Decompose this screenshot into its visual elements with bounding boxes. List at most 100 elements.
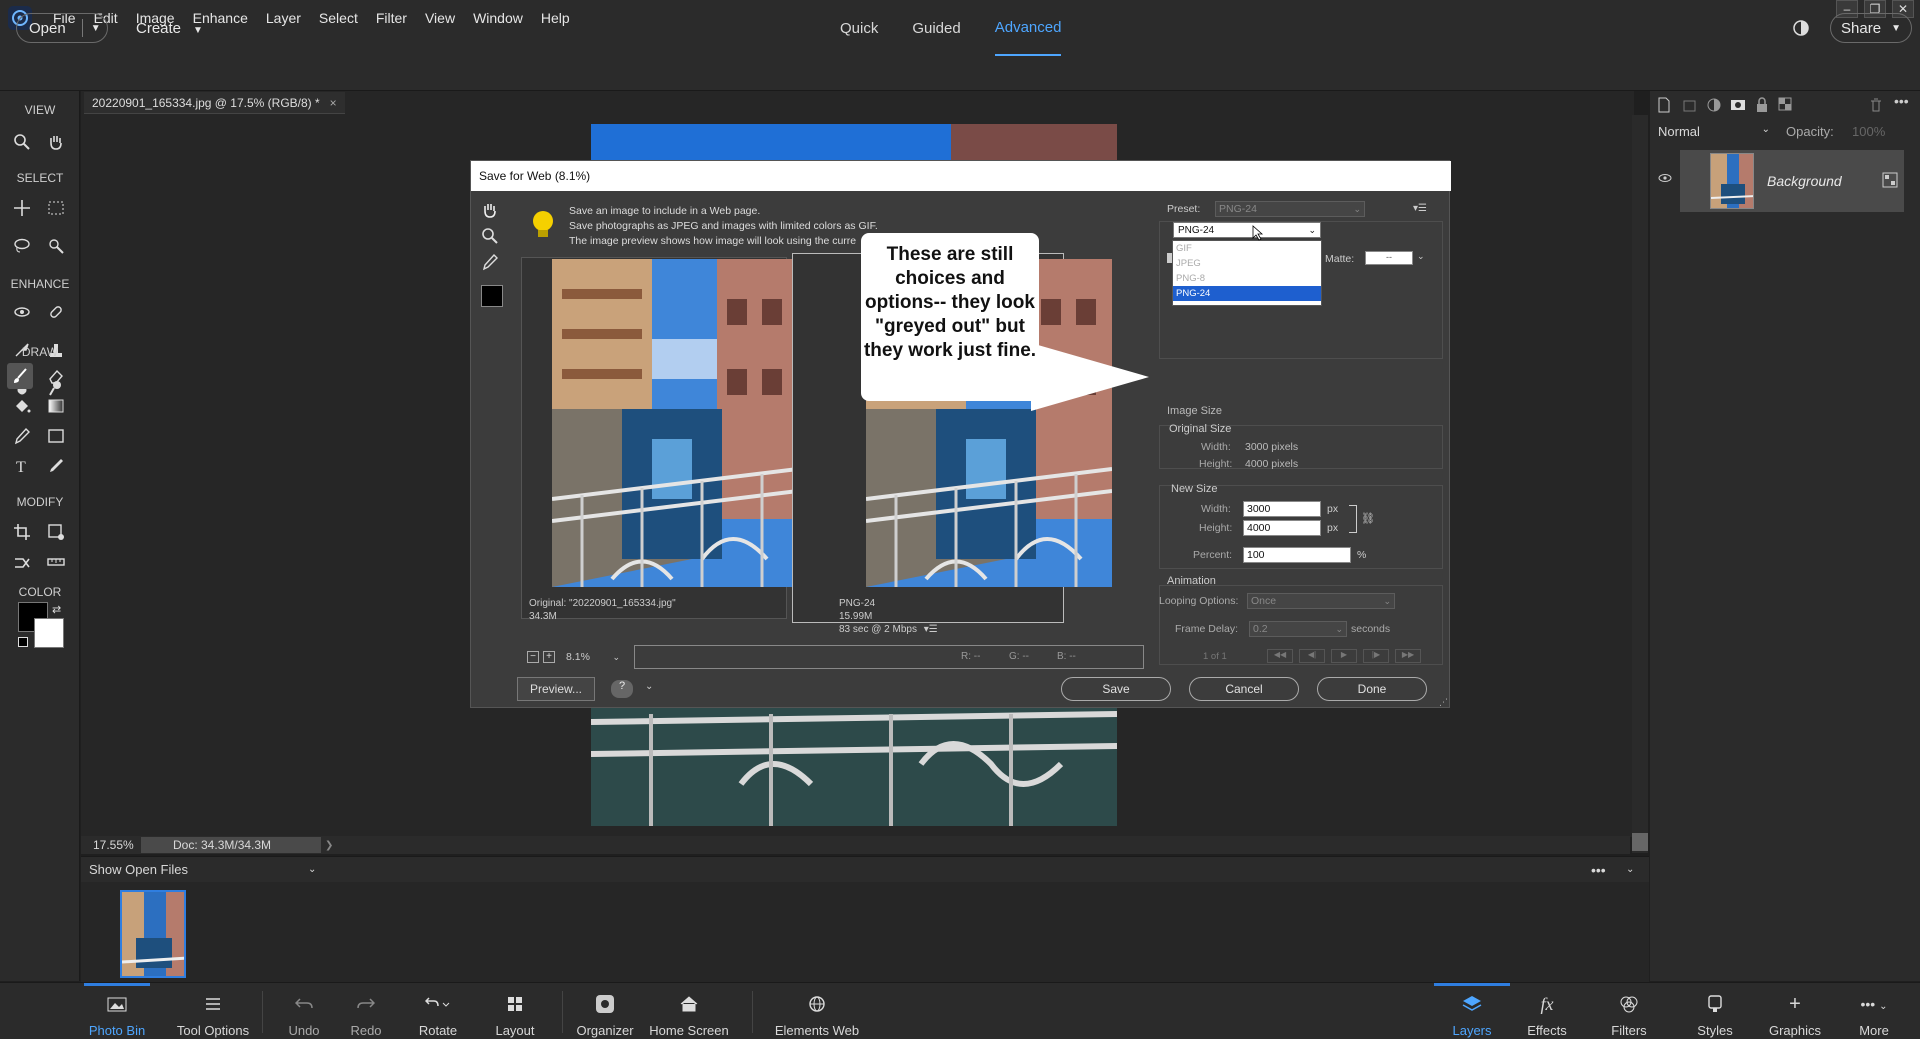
tab-advanced[interactable]: Advanced — [994, 0, 1062, 56]
organizer-button[interactable]: Organizer — [572, 983, 638, 1039]
elements-web-button[interactable]: Elements Web — [774, 983, 860, 1039]
menu-window[interactable]: Window — [473, 10, 523, 26]
download-speed-menu-icon[interactable]: ▾☰ — [924, 624, 938, 635]
chevron-down-icon[interactable]: ⌄ — [1417, 251, 1425, 262]
default-colors-icon[interactable] — [18, 637, 28, 647]
browser-preview-icon[interactable]: ? — [611, 680, 633, 698]
zoom-tool-icon[interactable] — [9, 129, 35, 155]
paint-bucket-icon[interactable] — [9, 393, 35, 419]
previous-frame-icon[interactable]: ◀| — [1299, 649, 1325, 663]
dialog-zoom-tool-icon[interactable] — [481, 227, 499, 245]
eyedropper-color-swatch[interactable] — [481, 285, 503, 307]
quick-selection-tool-icon[interactable] — [43, 233, 69, 259]
preset-menu-icon[interactable]: ▾☰ — [1413, 203, 1427, 214]
save-button[interactable]: Save — [1061, 677, 1171, 701]
redo-button[interactable]: Redo — [344, 983, 388, 1039]
recompose-tool-icon[interactable] — [43, 519, 69, 545]
background-color-swatch[interactable] — [34, 618, 64, 648]
eraser-tool-icon[interactable] — [43, 363, 69, 389]
eyedropper-tool-icon[interactable] — [9, 423, 35, 449]
collapse-bin-icon[interactable]: ⌄ — [1626, 864, 1634, 875]
looping-options-dropdown[interactable]: Once ⌄ — [1247, 593, 1395, 609]
new-width-input[interactable]: 3000 — [1243, 501, 1321, 517]
styles-button[interactable]: Styles — [1690, 983, 1740, 1039]
filters-button[interactable]: Filters — [1604, 983, 1654, 1039]
adjustment-layer-icon[interactable] — [1706, 97, 1722, 113]
menu-select[interactable]: Select — [319, 10, 358, 26]
percent-input[interactable]: 100 — [1243, 547, 1351, 563]
tab-quick[interactable]: Quick — [840, 20, 878, 37]
more-options-icon[interactable]: ••• — [1591, 862, 1606, 878]
crop-tool-icon[interactable] — [9, 519, 35, 545]
opacity-value[interactable]: 100% — [1852, 124, 1885, 139]
vertical-scrollbar[interactable] — [1632, 115, 1648, 853]
cancel-button[interactable]: Cancel — [1189, 677, 1299, 701]
format-option-gif[interactable]: GIF — [1173, 241, 1321, 256]
scrollbar-thumb[interactable] — [1632, 833, 1648, 851]
last-frame-icon[interactable]: ▶▶ — [1395, 649, 1421, 663]
menu-view[interactable]: View — [425, 10, 455, 26]
brush-tool-icon[interactable] — [7, 363, 33, 389]
home-screen-button[interactable]: Home Screen — [648, 983, 730, 1039]
visibility-eye-icon[interactable] — [1658, 173, 1672, 183]
more-button[interactable]: ••• ⌄ More — [1846, 983, 1902, 1039]
theme-toggle-icon[interactable] — [1792, 19, 1810, 37]
lock-icon[interactable] — [1754, 97, 1770, 113]
resize-grip-icon[interactable]: ⋰ — [1439, 697, 1448, 708]
zoom-out-icon[interactable]: − — [527, 651, 539, 663]
menu-help[interactable]: Help — [541, 10, 570, 26]
rotate-button[interactable]: Rotate — [410, 983, 466, 1039]
blend-mode-dropdown[interactable]: Normal ⌄ — [1658, 124, 1770, 139]
open-button[interactable]: Open ▼ — [16, 13, 108, 43]
hand-tool-icon[interactable] — [43, 129, 69, 155]
new-height-input[interactable]: 4000 — [1243, 520, 1321, 536]
gradient-tool-icon[interactable] — [43, 393, 69, 419]
share-button[interactable]: Share ▼ — [1830, 13, 1912, 43]
original-preview-image[interactable] — [552, 259, 798, 587]
lock-transparency-icon[interactable] — [1778, 97, 1794, 113]
layers-button[interactable]: Layers — [1434, 983, 1510, 1039]
play-icon[interactable]: ▶ — [1331, 649, 1357, 663]
chevron-down-icon[interactable]: ⌄ — [645, 681, 653, 692]
link-proportions-icon[interactable]: ⛓ — [1361, 512, 1375, 525]
format-option-png8[interactable]: PNG-8 — [1173, 271, 1321, 286]
done-button[interactable]: Done — [1317, 677, 1427, 701]
close-icon[interactable]: × — [330, 96, 337, 110]
chevron-down-icon[interactable]: ▼ — [91, 23, 101, 34]
create-button[interactable]: Create ▼ — [136, 20, 203, 37]
undo-button[interactable]: Undo — [282, 983, 326, 1039]
marquee-tool-icon[interactable] — [43, 195, 69, 221]
lasso-tool-icon[interactable] — [9, 233, 35, 259]
type-tool-icon[interactable]: T — [9, 453, 35, 479]
new-layer-icon[interactable] — [1656, 97, 1672, 113]
tab-guided[interactable]: Guided — [912, 20, 960, 37]
matte-swatch[interactable]: -- — [1365, 251, 1413, 265]
show-open-files-dropdown[interactable]: Show Open Files — [89, 862, 188, 877]
swap-colors-icon[interactable]: ⇄ — [52, 603, 61, 616]
healing-brush-icon[interactable] — [43, 299, 69, 325]
more-options-icon[interactable]: ••• — [1894, 93, 1910, 109]
preset-dropdown[interactable]: PNG-24 ⌄ — [1215, 201, 1365, 217]
preview-button[interactable]: Preview... — [517, 677, 595, 701]
layout-button[interactable]: Layout — [492, 983, 538, 1039]
menu-layer[interactable]: Layer — [266, 10, 301, 26]
document-tab[interactable]: 20220901_165334.jpg @ 17.5% (RGB/8) * × — [84, 92, 345, 114]
zoom-in-icon[interactable]: + — [543, 651, 555, 663]
tool-options-button[interactable]: Tool Options — [175, 983, 251, 1039]
effects-button[interactable]: fx Effects — [1522, 983, 1572, 1039]
chevron-down-icon[interactable]: ⌄ — [308, 864, 316, 875]
red-eye-tool-icon[interactable] — [9, 299, 35, 325]
content-aware-move-icon[interactable] — [9, 549, 35, 575]
rectangle-shape-icon[interactable] — [43, 423, 69, 449]
photo-bin-button[interactable]: Photo Bin — [84, 983, 150, 1039]
pencil-tool-icon[interactable] — [43, 453, 69, 479]
graphics-button[interactable]: + Graphics — [1766, 983, 1824, 1039]
zoom-level-dropdown[interactable]: 8.1% ⌄ — [563, 649, 623, 665]
move-tool-icon[interactable] — [9, 195, 35, 221]
dialog-eyedropper-icon[interactable] — [481, 253, 499, 271]
menu-filter[interactable]: Filter — [376, 10, 407, 26]
straighten-tool-icon[interactable] — [43, 549, 69, 575]
dialog-hand-tool-icon[interactable] — [481, 201, 499, 219]
frame-delay-dropdown[interactable]: 0.2 ⌄ — [1249, 621, 1347, 637]
chevron-right-icon[interactable]: ❯ — [325, 840, 333, 851]
